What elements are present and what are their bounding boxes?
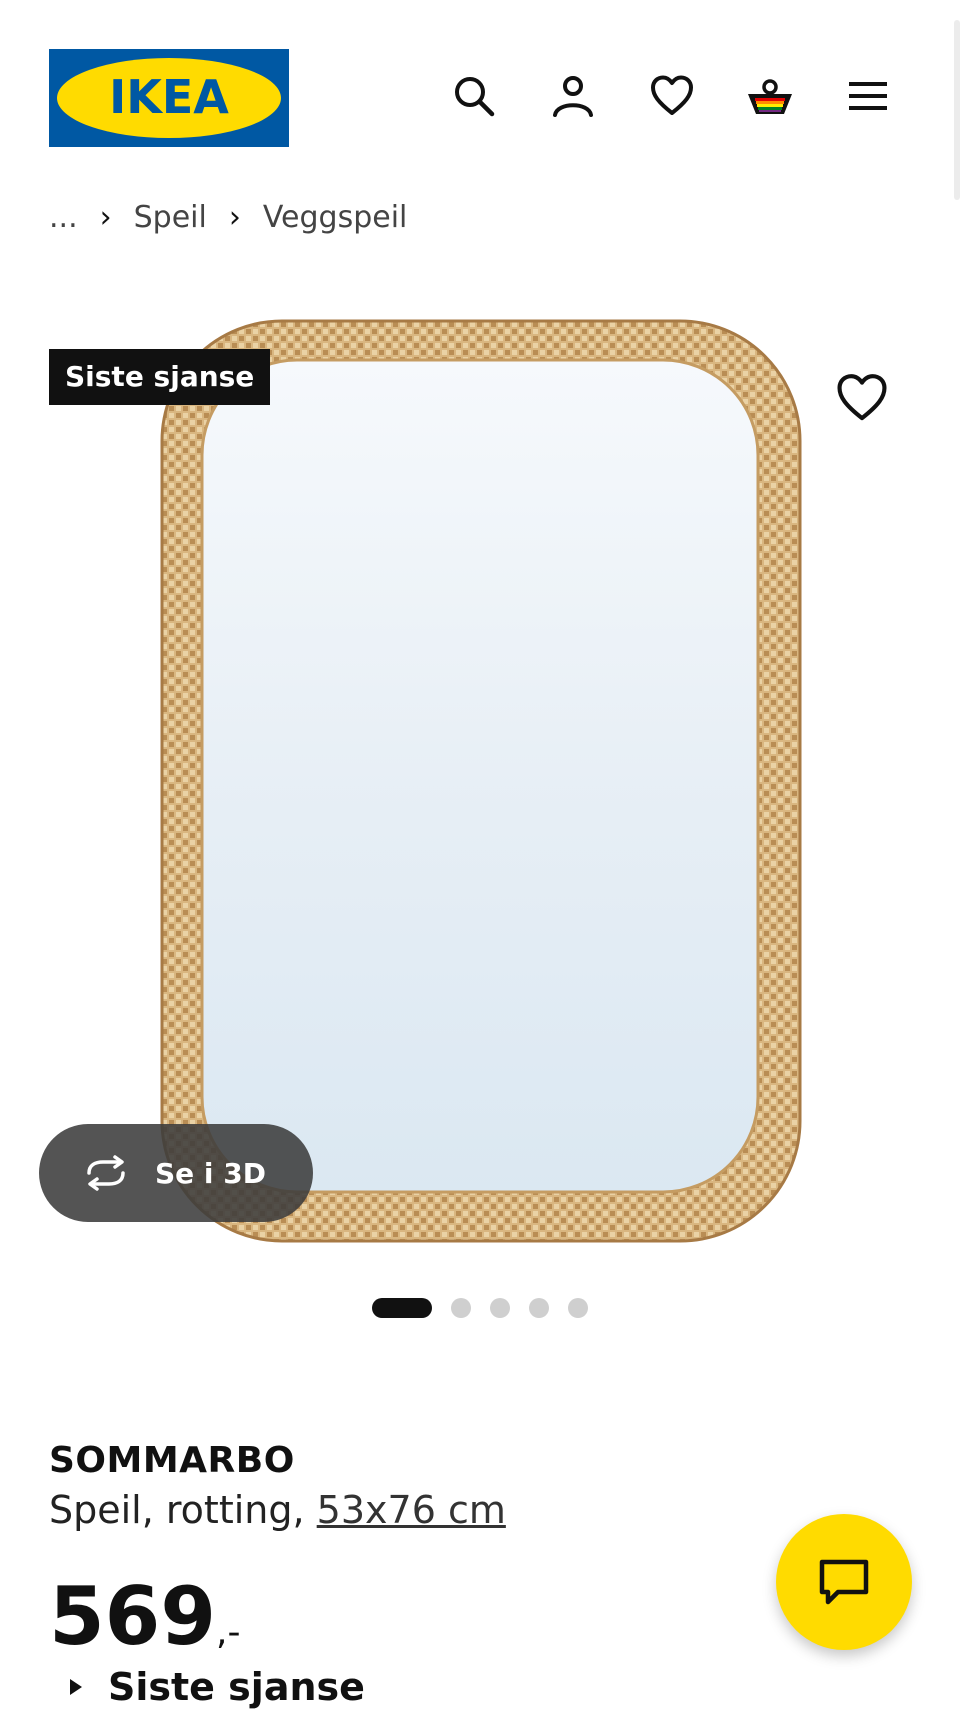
chevron-right-icon: › xyxy=(228,200,241,235)
caret-right-icon xyxy=(70,1679,82,1695)
see-in-3d-button[interactable]: Se i 3D xyxy=(39,1124,313,1222)
see-in-3d-label: Se i 3D xyxy=(155,1156,266,1190)
chevron-right-icon: › xyxy=(99,200,112,235)
product-size-link[interactable]: 53x76 cm xyxy=(317,1488,506,1532)
heart-icon[interactable] xyxy=(648,72,696,120)
breadcrumb-item-speil[interactable]: Speil xyxy=(134,200,207,235)
gallery-dot[interactable] xyxy=(451,1298,471,1318)
product-description-text: Speil, rotting, xyxy=(49,1488,305,1532)
site-header: IKEA xyxy=(0,0,960,200)
gallery-dot[interactable] xyxy=(529,1298,549,1318)
product-name: SOMMARBO xyxy=(49,1440,295,1481)
chat-bubble-icon xyxy=(819,1559,869,1605)
add-to-favorites-icon[interactable] xyxy=(836,372,888,424)
logo-text: IKEA xyxy=(109,70,229,124)
gallery-dot[interactable] xyxy=(568,1298,588,1318)
scrollbar[interactable] xyxy=(954,20,960,200)
last-chance-label: Siste sjanse xyxy=(108,1665,365,1709)
search-icon[interactable] xyxy=(450,72,498,120)
chat-button[interactable] xyxy=(776,1514,912,1650)
rotate-3d-icon xyxy=(87,1155,125,1191)
breadcrumb-item-veggspeil[interactable]: Veggspeil xyxy=(263,200,408,235)
gallery-pagination xyxy=(0,1298,960,1318)
breadcrumb: ... › Speil › Veggspeil xyxy=(49,200,407,235)
price-suffix: ,- xyxy=(216,1612,241,1653)
breadcrumb-ellipsis[interactable]: ... xyxy=(49,200,78,235)
ikea-logo[interactable]: IKEA xyxy=(49,49,289,147)
product-description: Speil, rotting, 53x76 cm xyxy=(49,1488,506,1532)
account-icon[interactable] xyxy=(549,72,597,120)
shopping-basket-icon[interactable] xyxy=(746,72,794,120)
price-value: 569 xyxy=(49,1570,216,1663)
product-price: 569,- xyxy=(49,1572,240,1678)
last-chance-badge: Siste sjanse xyxy=(49,349,271,405)
hamburger-menu-icon[interactable] xyxy=(844,72,892,120)
last-chance-toggle[interactable]: Siste sjanse xyxy=(70,1665,365,1709)
gallery-dot[interactable] xyxy=(490,1298,510,1318)
gallery-dot[interactable] xyxy=(372,1298,432,1318)
